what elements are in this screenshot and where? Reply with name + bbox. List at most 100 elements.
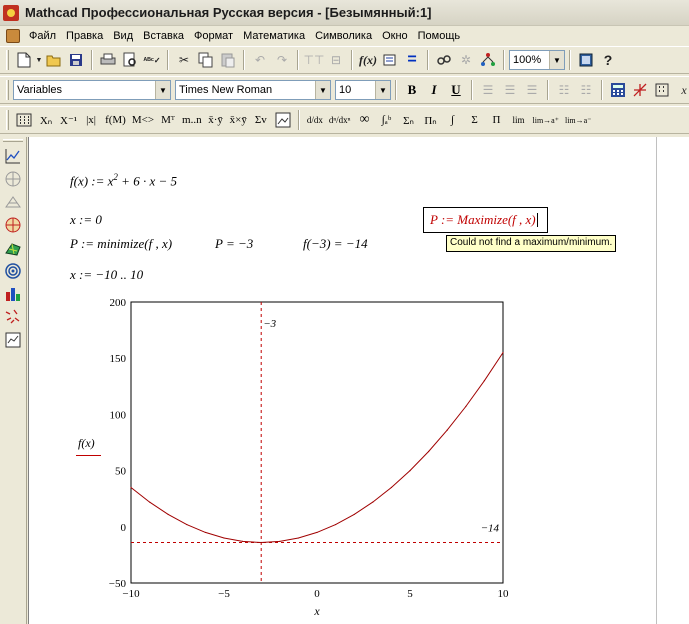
align-center-icon[interactable]: ☰ (499, 79, 521, 101)
minimize-expression[interactable]: P := minimize(f , x) (70, 236, 172, 252)
picture-insert-icon[interactable] (272, 109, 294, 131)
menu-symbolics[interactable]: Символика (310, 30, 377, 42)
insert-unit-icon[interactable] (379, 49, 401, 71)
align-left-icon[interactable]: ☰ (477, 79, 499, 101)
contour-plot-icon[interactable] (2, 214, 24, 236)
dot-product-button[interactable]: x̄·ȳ (205, 109, 227, 131)
menu-file[interactable]: Файл (24, 30, 61, 42)
spellcheck-icon[interactable]: ᴬᴮᶜ✓ (141, 49, 163, 71)
range-variable-button[interactable]: m..n (179, 109, 205, 131)
help-question-icon[interactable]: ? (597, 49, 619, 71)
xy-plot[interactable]: 200150100500−50−10 −5 0 5 10x−3−14 (100, 293, 520, 619)
chevron-down-icon[interactable]: ▼ (549, 51, 564, 69)
transpose-button[interactable]: Mᵀ (157, 109, 179, 131)
subscript-button[interactable]: Xₙ (35, 109, 57, 131)
infinity-button[interactable]: ∞ (354, 109, 376, 131)
matrix-palette-icon[interactable] (651, 79, 673, 101)
vectorize-button[interactable]: f(M) (102, 109, 129, 131)
print-icon[interactable] (97, 49, 119, 71)
insert-function-icon[interactable]: f(x) (357, 49, 379, 71)
polar-plot-icon[interactable] (2, 168, 24, 190)
print-preview-icon[interactable] (119, 49, 141, 71)
font-size-select[interactable]: 10 ▼ (335, 80, 391, 100)
indefinite-integral-button[interactable]: ∫ (442, 109, 464, 131)
cross-product-button[interactable]: x̄×ȳ (227, 109, 250, 131)
style-select[interactable]: Variables ▼ (13, 80, 171, 100)
menu-edit[interactable]: Правка (61, 30, 108, 42)
resource-book-icon[interactable] (575, 49, 597, 71)
document-icon[interactable] (6, 28, 20, 43)
chevron-down-icon[interactable]: ▼ (315, 81, 330, 99)
menu-view[interactable]: Вид (108, 30, 138, 42)
zoom-select[interactable]: 100% ▼ (509, 50, 565, 70)
align-across-icon[interactable]: ⊤⊤ (303, 49, 325, 71)
calculate-icon[interactable]: = (401, 49, 423, 71)
summation-button[interactable]: Σₙ (398, 109, 420, 131)
matrix-insert-icon[interactable] (13, 109, 35, 131)
new-document-icon[interactable] (13, 49, 35, 71)
determinant-button[interactable]: |x| (80, 109, 102, 131)
chevron-down-icon[interactable]: ▼ (375, 81, 390, 99)
menu-insert[interactable]: Вставка (138, 30, 189, 42)
redo-icon[interactable]: ↷ (271, 49, 293, 71)
toolbar-grip[interactable] (6, 50, 9, 70)
italic-button[interactable]: I (423, 79, 445, 101)
evaluation-palette-icon[interactable]: x (673, 79, 689, 101)
dropdown-arrow-icon[interactable]: ▼ (35, 49, 43, 71)
palette-grip[interactable] (3, 139, 23, 142)
chevron-down-icon[interactable]: ▼ (155, 81, 170, 99)
resource-center-icon[interactable] (477, 49, 499, 71)
menu-format[interactable]: Формат (189, 30, 238, 42)
definite-integral-button[interactable]: ∫ₐᵇ (376, 109, 398, 131)
align-down-icon[interactable]: ⊟ (325, 49, 347, 71)
vector-sum-button[interactable]: Σv (250, 109, 272, 131)
paste-icon[interactable] (217, 49, 239, 71)
bold-button[interactable]: B (401, 79, 423, 101)
open-folder-icon[interactable] (43, 49, 65, 71)
vector-field-icon[interactable] (2, 306, 24, 328)
toolbar-grip[interactable] (6, 110, 9, 130)
insert-component-icon[interactable]: ✲ (455, 49, 477, 71)
range-product-button[interactable]: Π (486, 109, 508, 131)
toolbar-grip[interactable] (6, 80, 9, 100)
plot-y-axis-label[interactable]: f(x) (78, 436, 95, 451)
plot-wizard-icon[interactable] (2, 329, 24, 351)
menu-help[interactable]: Помощь (413, 30, 466, 42)
font-select[interactable]: Times New Roman ▼ (175, 80, 331, 100)
maximize-error-region[interactable]: P := Maximize(f , x) (423, 207, 548, 233)
p-result[interactable]: P = −3 (215, 236, 253, 252)
x-initial-assignment[interactable]: x := 0 (70, 212, 102, 228)
function-definition[interactable]: f(x) := x2 + 6 · x − 5 (70, 172, 177, 189)
surface-plot-icon[interactable] (2, 191, 24, 213)
copy-icon[interactable] (195, 49, 217, 71)
inverse-button[interactable]: X⁻¹ (57, 109, 80, 131)
undo-icon[interactable]: ↶ (249, 49, 271, 71)
graph-xy-icon[interactable] (2, 145, 24, 167)
cut-icon[interactable]: ✂ (173, 49, 195, 71)
numbered-list-icon[interactable]: ☷ (575, 79, 597, 101)
f-at-min-result[interactable]: f(−3) = −14 (303, 236, 368, 252)
insert-hyperlink-icon[interactable] (433, 49, 455, 71)
range-sum-button[interactable]: Σ (464, 109, 486, 131)
bullet-list-icon[interactable]: ☷ (553, 79, 575, 101)
nth-derivative-button[interactable]: dⁿ/dxⁿ (326, 109, 354, 131)
3d-scatter-icon[interactable] (2, 237, 24, 259)
x-tick-label: −10 (122, 588, 140, 600)
left-limit-button[interactable]: lim→a⁻ (562, 109, 594, 131)
range-variable-definition[interactable]: x := −10 .. 10 (70, 267, 143, 283)
menu-math[interactable]: Математика (238, 30, 310, 42)
menu-window[interactable]: Окно (377, 30, 413, 42)
maximize-expression[interactable]: P := Maximize(f , x) (430, 212, 536, 228)
save-icon[interactable] (65, 49, 87, 71)
derivative-button[interactable]: d/dx (304, 109, 326, 131)
column-button[interactable]: M<> (129, 109, 157, 131)
graph-palette-icon[interactable] (629, 79, 651, 101)
limit-button[interactable]: lim (508, 109, 530, 131)
right-limit-button[interactable]: lim→a⁺ (530, 109, 562, 131)
3d-contour-icon[interactable] (2, 260, 24, 282)
product-button[interactable]: Πₙ (420, 109, 442, 131)
calculator-palette-icon[interactable] (607, 79, 629, 101)
align-right-icon[interactable]: ☰ (521, 79, 543, 101)
3d-bar-icon[interactable] (2, 283, 24, 305)
underline-button[interactable]: U (445, 79, 467, 101)
